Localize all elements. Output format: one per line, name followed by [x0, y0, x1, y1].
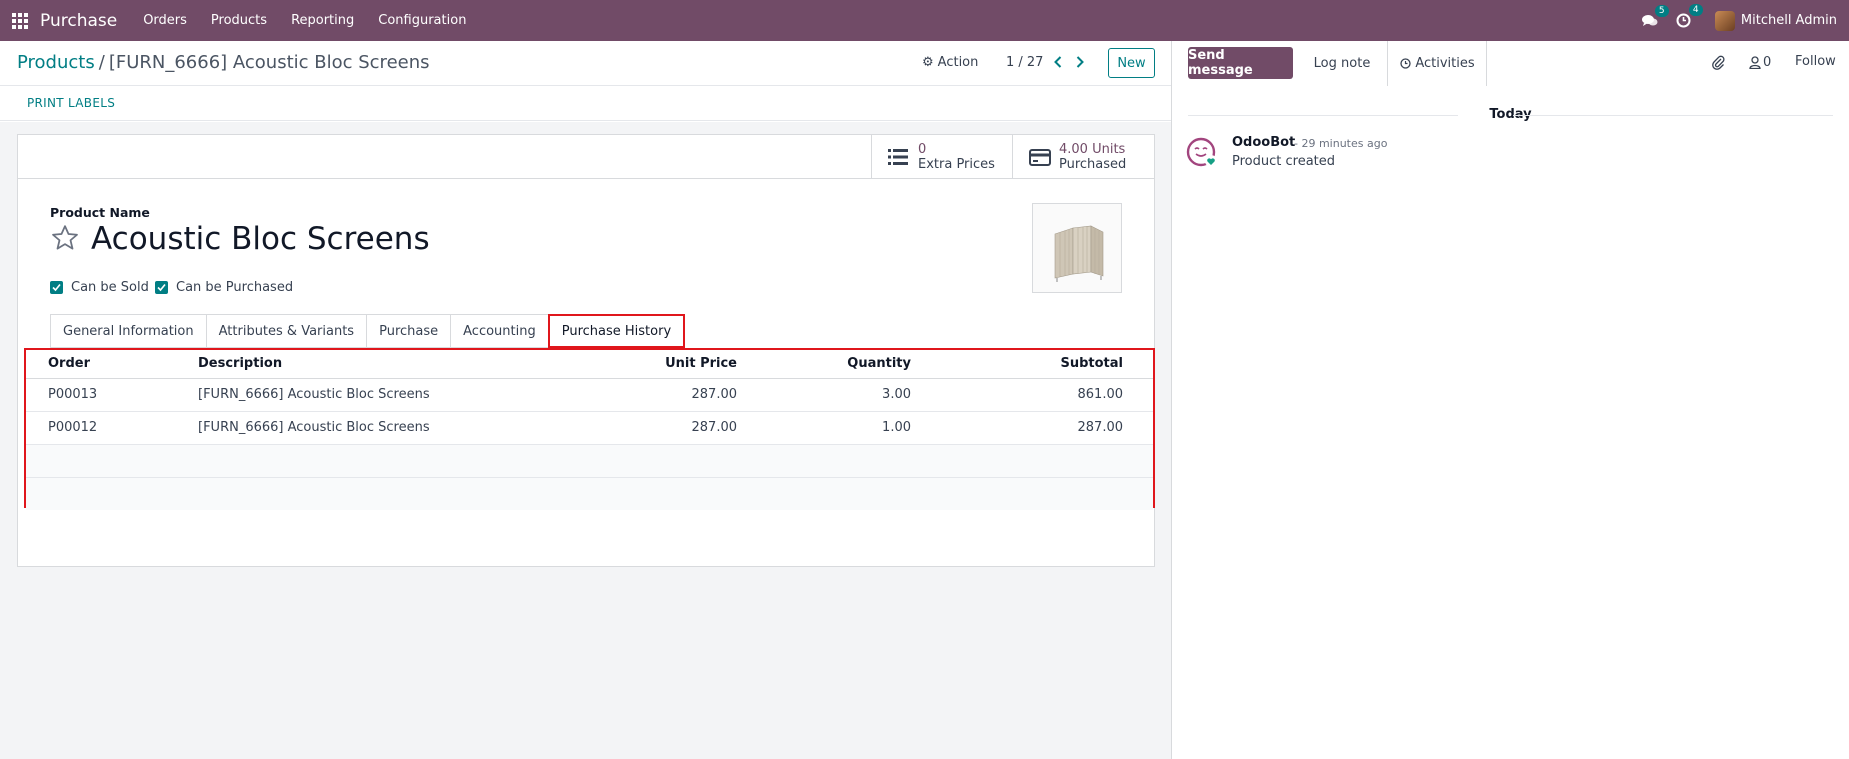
cell-subtotal: 287.00 — [941, 411, 1153, 445]
activities-button[interactable]: Activities — [1389, 41, 1487, 86]
extra-prices-value: 0 — [918, 142, 927, 157]
message-body: Product created — [1232, 154, 1336, 169]
follow-button[interactable]: Follow — [1795, 54, 1836, 69]
tab-accounting[interactable]: Accounting — [450, 314, 548, 348]
breadcrumb-current: [FURN_6666] Acoustic Bloc Screens — [108, 52, 430, 73]
message-time: - 29 minutes ago — [1294, 137, 1388, 150]
log-note-button[interactable]: Log note — [1297, 41, 1388, 86]
menu-products[interactable]: Products — [199, 0, 279, 41]
extra-prices-smart-button[interactable]: 0 Extra Prices — [871, 135, 1012, 179]
tab-purchase-history[interactable]: Purchase History — [547, 314, 686, 348]
cell-description: [FURN_6666] Acoustic Bloc Screens — [176, 411, 576, 445]
notebook-tabs: General Information Attributes & Variant… — [50, 314, 686, 348]
pager-previous-button[interactable] — [1049, 50, 1067, 74]
action-label: Action — [937, 55, 979, 70]
column-unit-price[interactable]: Unit Price — [576, 350, 767, 379]
cell-subtotal: 861.00 — [941, 378, 1153, 412]
activities-label: Activities — [1415, 56, 1475, 71]
table-header-row: Order Description Unit Price Quantity Su… — [26, 350, 1153, 379]
chatter-panel: Send message Log note Activities 0 Follo… — [1171, 41, 1849, 759]
message-author[interactable]: OdooBot — [1232, 135, 1295, 150]
odoobot-avatar — [1186, 137, 1217, 167]
breadcrumb-separator: / — [98, 52, 105, 73]
user-icon — [1749, 56, 1761, 69]
checkbox-checked-icon — [50, 281, 63, 294]
extra-prices-label: Extra Prices — [918, 157, 995, 172]
menu-reporting[interactable]: Reporting — [279, 0, 366, 41]
empty-row — [26, 444, 1153, 478]
pager-value[interactable]: 1 / 27 — [1006, 55, 1043, 70]
chatter-topbar: Send message Log note Activities 0 Follo… — [1172, 41, 1849, 86]
favorite-star-icon[interactable] — [50, 223, 80, 257]
credit-card-icon — [1029, 148, 1051, 166]
purchase-history-table: Order Description Unit Price Quantity Su… — [24, 348, 1155, 510]
purchased-label: Purchased — [1059, 157, 1127, 172]
cell-order: P00013 — [26, 378, 176, 412]
smart-button-box: 0 Extra Prices 4.00 Units Purchased — [18, 135, 1154, 179]
clock-icon — [1676, 13, 1691, 28]
purchased-smart-button[interactable]: 4.00 Units Purchased — [1012, 135, 1156, 179]
product-image[interactable] — [1032, 203, 1122, 293]
column-subtotal[interactable]: Subtotal — [941, 350, 1153, 379]
date-separator: Today — [1172, 107, 1849, 122]
column-quantity[interactable]: Quantity — [767, 350, 941, 379]
apps-menu-icon[interactable] — [0, 0, 40, 41]
messaging-button[interactable]: 5 — [1641, 4, 1669, 28]
empty-row — [26, 477, 1153, 510]
menu-orders[interactable]: Orders — [131, 0, 199, 41]
tab-general-information[interactable]: General Information — [50, 314, 206, 348]
user-menu[interactable]: Mitchell Admin — [1714, 10, 1837, 31]
followers-count: 0 — [1763, 55, 1772, 70]
top-navbar: Purchase Orders Products Reporting Confi… — [0, 0, 1849, 41]
table-row[interactable]: P00013 [FURN_6666] Acoustic Bloc Screens… — [26, 378, 1153, 412]
can-be-sold-label: Can be Sold — [71, 280, 149, 295]
can-be-purchased-label: Can be Purchased — [176, 280, 294, 295]
chevron-right-icon — [1076, 56, 1084, 68]
list-icon — [888, 149, 908, 165]
send-message-button[interactable]: Send message — [1188, 47, 1293, 79]
control-panel: Products / [FURN_6666] Acoustic Bloc Scree… — [0, 41, 1171, 86]
product-name-label: Product Name — [50, 205, 150, 220]
checkbox-checked-icon — [155, 281, 168, 294]
column-order[interactable]: Order — [26, 350, 176, 379]
pager-next-button[interactable] — [1071, 50, 1089, 74]
cell-quantity: 1.00 — [767, 411, 941, 445]
form-view: 0 Extra Prices 4.00 Units Purchased Prod… — [0, 122, 1171, 759]
cell-quantity: 3.00 — [767, 378, 941, 412]
breadcrumb-products-link[interactable]: Products — [17, 52, 95, 73]
menu-configuration[interactable]: Configuration — [366, 0, 478, 41]
cell-unit-price: 287.00 — [576, 411, 767, 445]
status-bar: PRINT LABELS — [0, 87, 1171, 121]
purchased-value: 4.00 Units — [1059, 142, 1126, 157]
chevron-left-icon — [1054, 56, 1062, 68]
activities-button[interactable]: 4 — [1676, 4, 1703, 28]
user-name: Mitchell Admin — [1740, 13, 1837, 28]
tab-purchase[interactable]: Purchase — [366, 314, 451, 348]
can-be-sold-checkbox[interactable]: Can be Sold — [50, 280, 149, 295]
followers-button[interactable]: 0 — [1749, 55, 1771, 70]
tab-attributes-variants[interactable]: Attributes & Variants — [205, 314, 367, 348]
product-name-field[interactable]: Acoustic Bloc Screens — [91, 221, 430, 257]
gear-icon: ⚙ — [922, 55, 934, 70]
cell-description: [FURN_6666] Acoustic Bloc Screens — [176, 378, 576, 412]
paperclip-icon[interactable] — [1711, 54, 1725, 74]
user-avatar — [1714, 10, 1735, 31]
activities-count-badge: 4 — [1688, 4, 1703, 16]
print-labels-button[interactable]: PRINT LABELS — [27, 96, 115, 110]
form-sheet: 0 Extra Prices 4.00 Units Purchased Prod… — [17, 134, 1155, 567]
messages-count-badge: 5 — [1654, 4, 1669, 17]
new-button[interactable]: New — [1108, 48, 1155, 78]
clock-icon — [1400, 58, 1411, 69]
breadcrumb: Products / [FURN_6666] Acoustic Bloc Scree… — [17, 52, 430, 73]
table-row[interactable]: P00012 [FURN_6666] Acoustic Bloc Screens… — [26, 411, 1153, 445]
can-be-purchased-checkbox[interactable]: Can be Purchased — [155, 280, 293, 295]
action-menu-button[interactable]: ⚙ Action — [922, 55, 978, 70]
chat-bubbles-icon — [1641, 14, 1658, 26]
app-name[interactable]: Purchase — [40, 11, 117, 31]
column-description[interactable]: Description — [176, 350, 576, 379]
cell-unit-price: 287.00 — [576, 378, 767, 412]
cell-order: P00012 — [26, 411, 176, 445]
